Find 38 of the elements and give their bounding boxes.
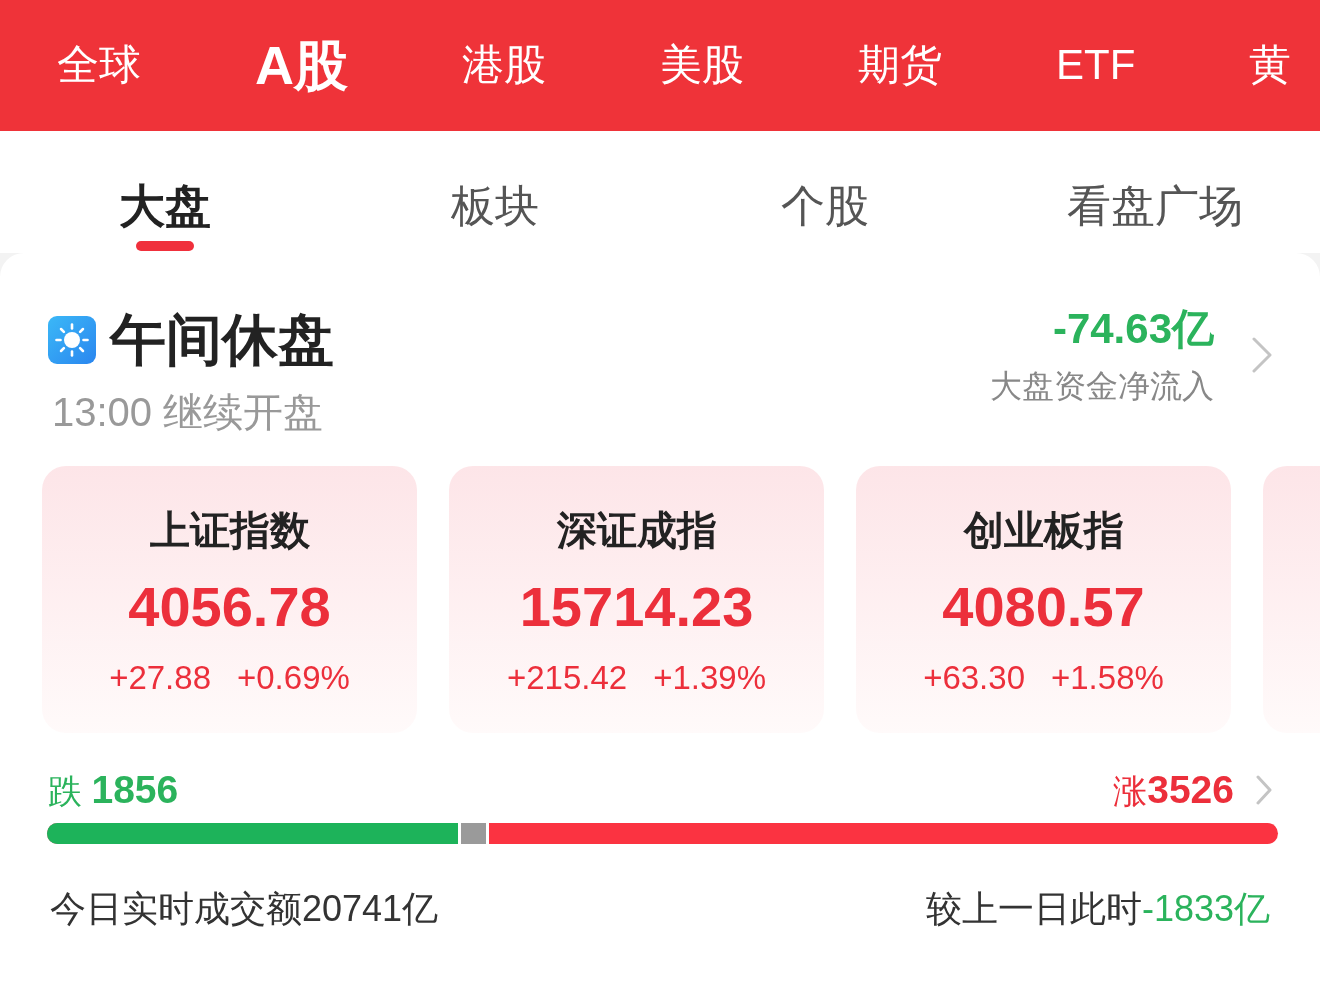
chevron-right-icon [1256, 775, 1272, 805]
index-change-percent: +1.39% [653, 658, 767, 698]
index-name: 创业板指 [962, 507, 1125, 554]
market-tab[interactable]: 美股 [660, 40, 744, 91]
turnover-text: 今日实时成交额20741亿 [50, 887, 439, 931]
advance-count: 涨3526 [1113, 767, 1234, 813]
chevron-right-icon [1252, 337, 1272, 373]
index-change: +63.30 [923, 658, 1025, 698]
index-value: 15714.23 [518, 574, 755, 640]
sub-tab[interactable]: 板块 [445, 131, 545, 252]
compare-value: -1833亿 [1141, 887, 1270, 931]
sub-tab[interactable]: 看盘广场 [1061, 131, 1249, 252]
index-card[interactable]: 创业板指 4080.57 +63.30 +1.58% [856, 466, 1231, 733]
sub-tab[interactable]: 个股 [775, 131, 875, 252]
compare-label: 较上一日此时 [925, 887, 1142, 931]
market-tab[interactable]: 黄 [1249, 40, 1292, 91]
index-value: 4056.78 [127, 574, 332, 640]
net-flow-label: 大盘资金净流入 [990, 367, 1214, 406]
resume-note: 13:00 继续开盘 [52, 389, 325, 436]
index-value: 4080.57 [941, 574, 1146, 640]
market-tab[interactable]: 全球 [57, 40, 141, 91]
market-tab[interactable]: ETF [1056, 40, 1136, 91]
market-tab[interactable]: 期货 [858, 40, 942, 91]
sub-tab[interactable]: 大盘 [113, 131, 217, 252]
index-change-percent: +1.58% [1051, 658, 1164, 698]
index-name: 深证成指 [555, 507, 718, 554]
index-name: 上证指数 [148, 507, 311, 554]
net-flow-value: -74.63亿 [1051, 304, 1214, 354]
index-change: +215.42 [506, 658, 628, 698]
index-change: +27.88 [109, 658, 211, 698]
session-title: 午间休盘 [110, 307, 334, 373]
index-card[interactable]: 深证成指 15714.23 +215.42 +1.39% [449, 466, 824, 733]
sun-icon [48, 315, 96, 364]
market-tab[interactable]: A股 [255, 33, 348, 98]
decline-count: 跌 1856 [48, 767, 179, 813]
index-change-percent: +0.69% [237, 658, 350, 698]
market-tab[interactable]: 港股 [462, 40, 546, 91]
index-card[interactable]: 上证指数 4056.78 +27.88 +0.69% [42, 466, 417, 733]
